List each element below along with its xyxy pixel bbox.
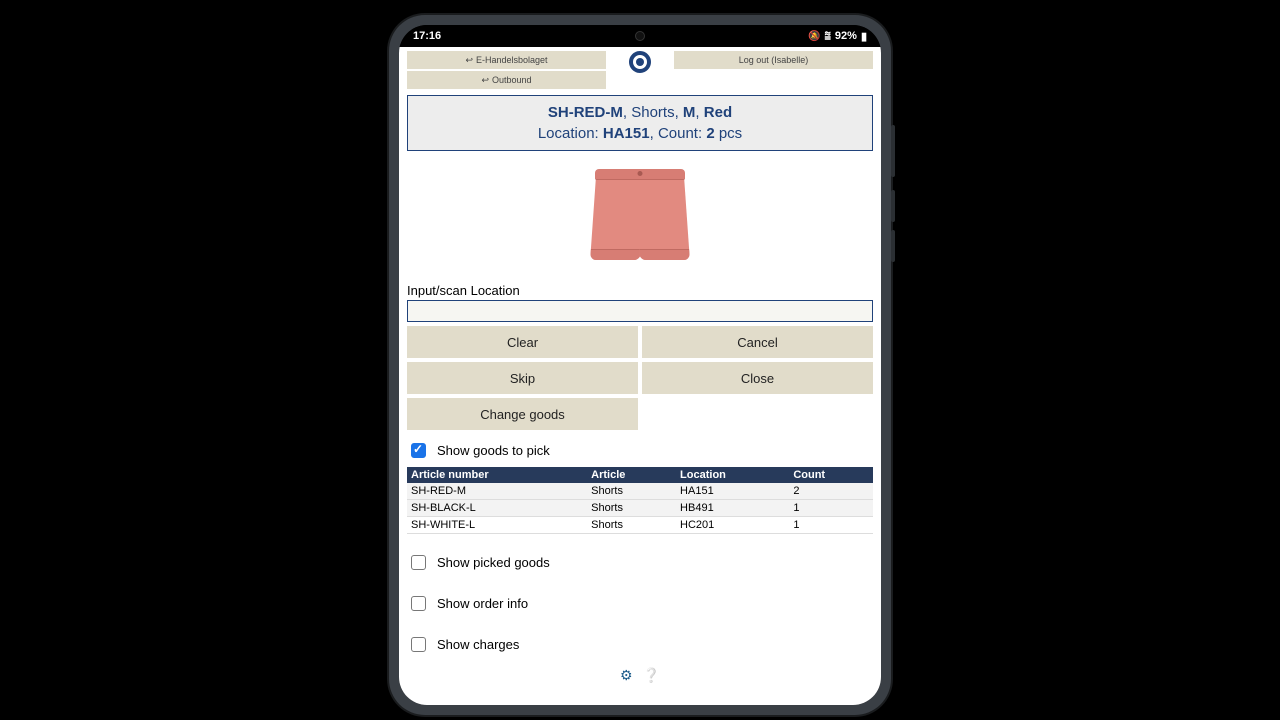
change-goods-button[interactable]: Change goods (407, 398, 638, 430)
item-location-line: Location: HA151, Count: 2 pcs (414, 125, 866, 142)
close-button[interactable]: Close (642, 362, 873, 394)
col-article: Article (587, 467, 676, 483)
tablet-device-frame: 17:16 🔕 ⩰ 92% ▮ E-Handelsbolaget Outboun… (389, 15, 891, 715)
device-volume-up (891, 190, 895, 222)
goods-table: Article number Article Location Count SH… (407, 467, 873, 534)
clear-button[interactable]: Clear (407, 326, 638, 358)
wifi-icon: ⩰ (824, 30, 830, 43)
show-goods-to-pick-checkbox[interactable] (411, 443, 426, 458)
statusbar-time: 17:16 (413, 30, 441, 42)
table-row[interactable]: SH-BLACK-LShortsHB4911 (407, 500, 873, 517)
app-logo-icon (629, 51, 651, 73)
col-count: Count (789, 467, 873, 483)
device-power-button (891, 125, 895, 177)
show-charges-row[interactable]: Show charges (407, 634, 873, 655)
table-row[interactable]: SH-RED-MShortsHA1512 (407, 483, 873, 500)
item-summary-panel: SH-RED-M, Shorts, M, Red Location: HA151… (407, 95, 873, 151)
breadcrumb-company[interactable]: E-Handelsbolaget (407, 51, 606, 69)
device-camera (635, 31, 645, 41)
statusbar-battery: 92% (835, 30, 857, 42)
show-order-info-checkbox[interactable] (411, 596, 426, 611)
show-goods-to-pick-row[interactable]: Show goods to pick (407, 440, 873, 461)
show-order-info-row[interactable]: Show order info (407, 593, 873, 614)
show-picked-goods-checkbox[interactable] (411, 555, 426, 570)
mute-icon: 🔕 (808, 31, 820, 42)
table-row[interactable]: SH-WHITE-LShortsHC2011 (407, 517, 873, 534)
scan-location-input[interactable] (407, 300, 873, 322)
help-icon[interactable]: ❔ (643, 667, 660, 684)
breadcrumb-section[interactable]: Outbound (407, 71, 606, 89)
col-article-number: Article number (407, 467, 587, 483)
item-photo (407, 163, 873, 273)
gear-icon[interactable]: ⚙ (620, 667, 633, 684)
cancel-button[interactable]: Cancel (642, 326, 873, 358)
battery-icon: ▮ (861, 30, 867, 43)
device-volume-down (891, 230, 895, 262)
skip-button[interactable]: Skip (407, 362, 638, 394)
scan-input-label: Input/scan Location (407, 283, 873, 298)
item-title-line: SH-RED-M, Shorts, M, Red (414, 104, 866, 121)
logout-button[interactable]: Log out (Isabelle) (674, 51, 873, 69)
show-charges-checkbox[interactable] (411, 637, 426, 652)
show-picked-goods-row[interactable]: Show picked goods (407, 552, 873, 573)
col-location: Location (676, 467, 789, 483)
